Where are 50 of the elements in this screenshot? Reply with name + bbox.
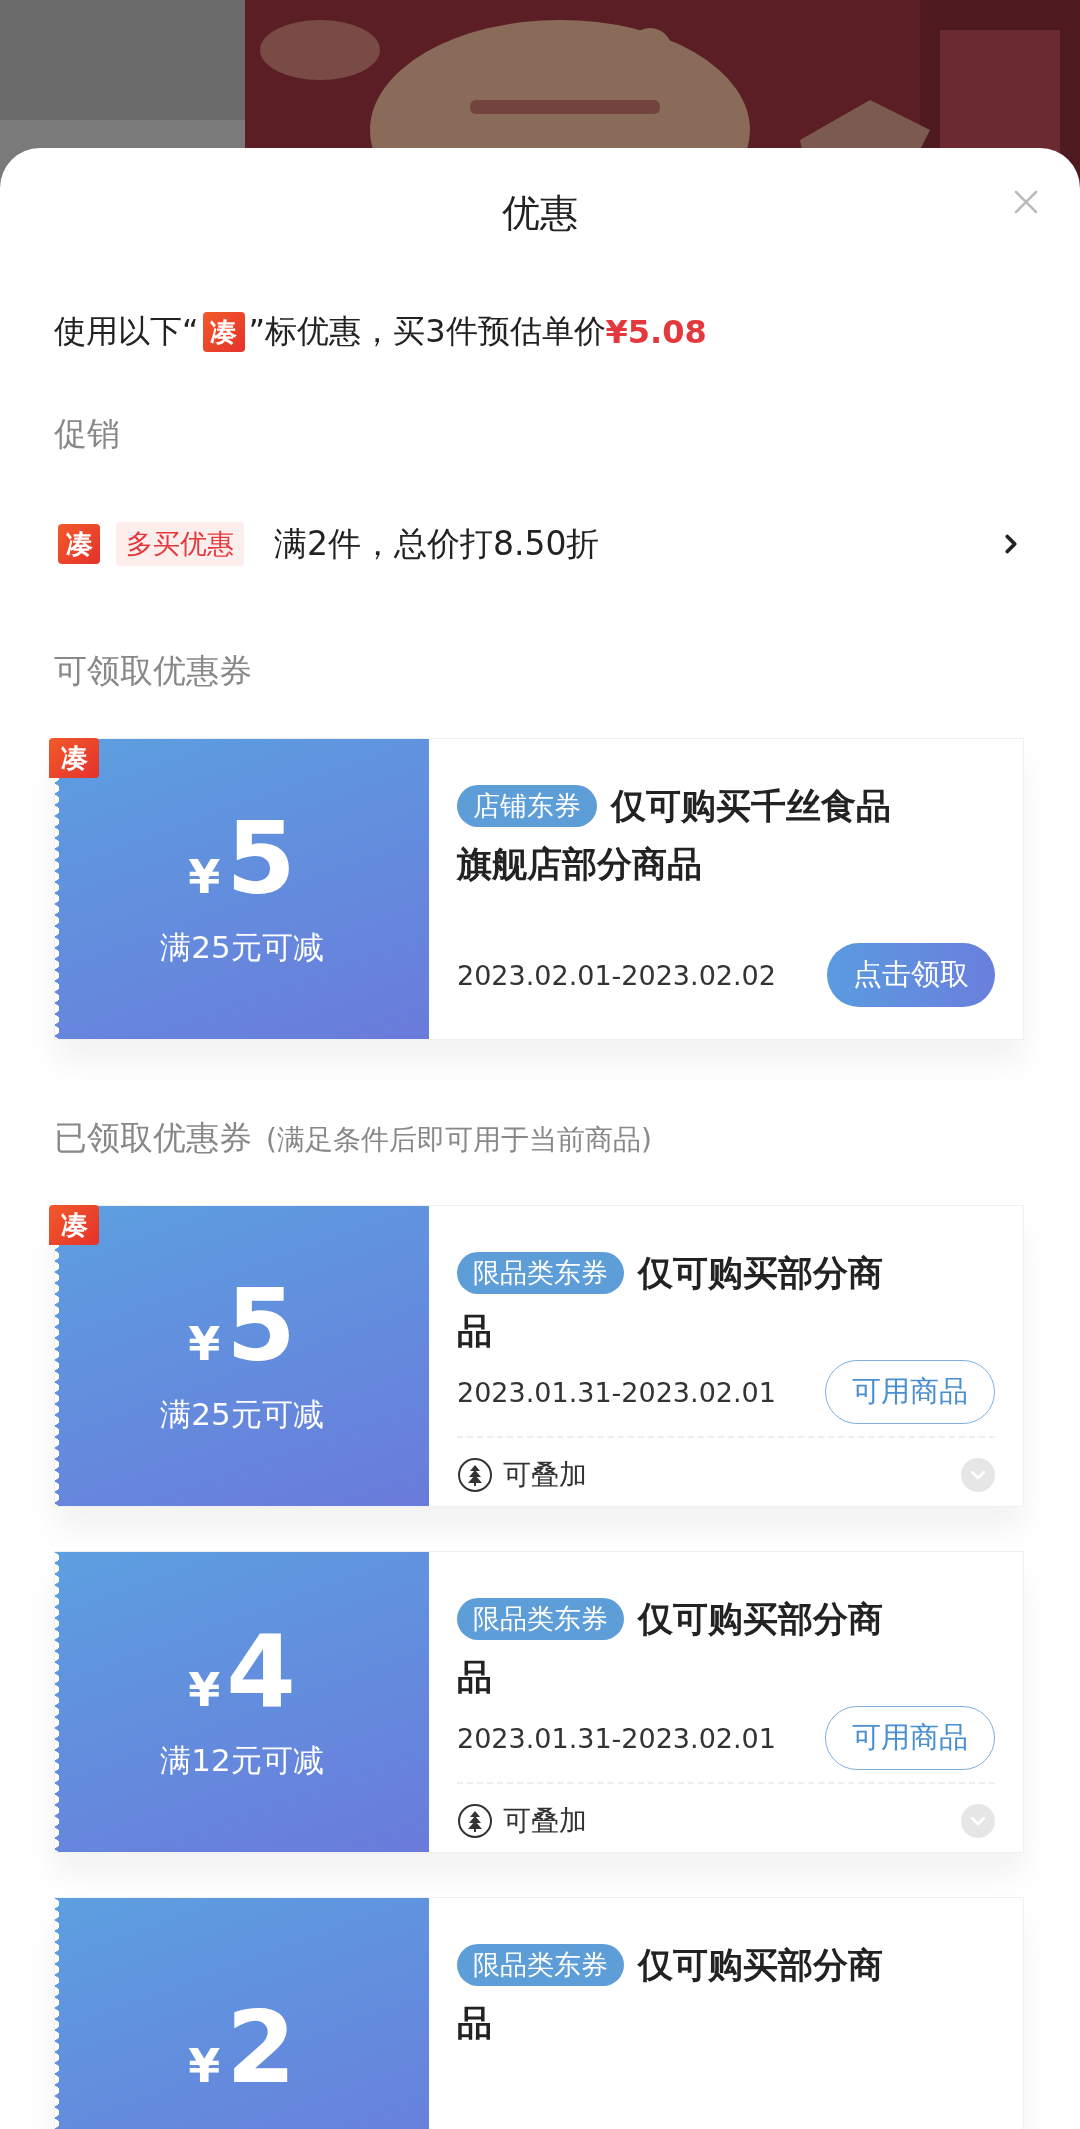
sheet-title: 优惠 bbox=[502, 189, 578, 237]
coupon-title: 仅可购买千丝食品 bbox=[611, 785, 891, 828]
claim-button[interactable]: 点击领取 bbox=[827, 943, 995, 1007]
coupon-type-tag: 限品类东券 bbox=[457, 1252, 624, 1294]
badge: 凑 bbox=[49, 738, 99, 778]
summary-text: ”标优惠，买3件预估单价 bbox=[248, 311, 606, 352]
promotion-text: 满2件，总价打8.50折 bbox=[274, 522, 601, 565]
expand-icon[interactable] bbox=[961, 1458, 995, 1492]
coupon-title: 仅可购买部分商 bbox=[638, 1944, 883, 1987]
coupon-condition: 满25元可减 bbox=[160, 1395, 324, 1434]
stackable-label: 可叠加 bbox=[503, 1457, 588, 1493]
section-note: (满足条件后即可用于当前商品) bbox=[266, 1122, 652, 1158]
currency-sign: ¥ bbox=[188, 1663, 221, 1717]
products-button[interactable]: 可用商品 bbox=[825, 1360, 995, 1424]
coupon-type-tag: 限品类东券 bbox=[457, 1598, 624, 1640]
expand-icon[interactable] bbox=[961, 1804, 995, 1838]
coupon-title: 仅可购买部分商 bbox=[638, 1252, 883, 1295]
coupon-title: 仅可购买部分商 bbox=[638, 1598, 883, 1641]
stack-icon bbox=[457, 1457, 493, 1493]
coupon-type-tag: 限品类东券 bbox=[457, 1944, 624, 1986]
coupon-amount: 5 bbox=[226, 1276, 296, 1376]
estimated-price: ¥5.08 bbox=[605, 313, 707, 351]
coupon-amount: 4 bbox=[226, 1622, 296, 1722]
coupon-type-tag: 店铺东券 bbox=[457, 785, 597, 827]
coupon-date: 2023.01.31-2023.02.01 bbox=[457, 1722, 776, 1754]
stackable-label: 可叠加 bbox=[503, 1803, 588, 1839]
coupon-condition: 满25元可减 bbox=[160, 928, 324, 967]
section-heading: 已领取优惠券 bbox=[54, 1117, 252, 1159]
coupon-condition: 满12元可减 bbox=[160, 1741, 324, 1780]
coupon-amount: 5 bbox=[226, 809, 296, 909]
products-button[interactable]: 可用商品 bbox=[825, 1706, 995, 1770]
section-heading: 促销 bbox=[54, 413, 120, 455]
currency-sign: ¥ bbox=[188, 2039, 221, 2093]
badge: 凑 bbox=[49, 1205, 99, 1245]
summary-text: 使用以下“ bbox=[54, 311, 199, 352]
badge: 凑 bbox=[202, 312, 245, 352]
promotion-tag: 多买优惠 bbox=[116, 522, 244, 566]
stack-icon bbox=[457, 1803, 493, 1839]
coupon-title: 品 bbox=[457, 1310, 492, 1353]
promotion-row[interactable]: 凑 多买优惠 满2件，总价打8.50折 bbox=[0, 519, 1080, 569]
section-heading: 可领取优惠券 bbox=[54, 650, 252, 692]
currency-sign: ¥ bbox=[188, 1317, 221, 1371]
badge: 凑 bbox=[58, 524, 100, 564]
currency-sign: ¥ bbox=[188, 850, 221, 904]
coupon-title: 品 bbox=[457, 2002, 492, 2045]
coupon-title: 品 bbox=[457, 1656, 492, 1699]
coupon-title: 旗舰店部分商品 bbox=[457, 843, 702, 886]
coupon-date: 2023.02.01-2023.02.02 bbox=[457, 959, 776, 991]
coupon-date: 2023.01.31-2023.02.01 bbox=[457, 1376, 776, 1408]
coupon-amount: 2 bbox=[226, 1998, 296, 2098]
